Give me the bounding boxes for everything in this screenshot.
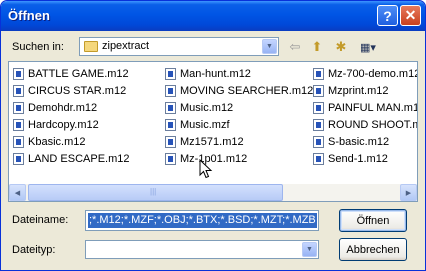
- file-icon: [165, 68, 176, 80]
- scroll-left-icon[interactable]: ◀: [9, 184, 26, 201]
- list-item[interactable]: Send-1.m12: [313, 151, 388, 167]
- file-name: S-basic.m12: [328, 136, 390, 148]
- list-item[interactable]: ROUND SHOOT.m12: [313, 117, 417, 133]
- file-name: Demohdr.m12: [28, 102, 98, 114]
- file-name: CIRCUS STAR.m12: [28, 85, 127, 97]
- list-item[interactable]: Mz1571.m12: [165, 134, 244, 150]
- horizontal-scrollbar[interactable]: ◀ ||| ▶: [9, 184, 417, 201]
- file-icon: [313, 153, 324, 165]
- scrollbar-thumb[interactable]: |||: [28, 184, 283, 201]
- filename-value: ;*.M12;*.MZF;*.OBJ;*.BTX;*.BSD;*.MZT;*.M…: [88, 213, 317, 228]
- list-item[interactable]: Hardcopy.m12: [13, 117, 99, 133]
- file-icon: [165, 153, 176, 165]
- list-item[interactable]: BATTLE GAME.m12: [13, 66, 129, 82]
- file-name: Kbasic.m12: [28, 136, 86, 148]
- file-icon: [313, 136, 324, 148]
- file-name: ROUND SHOOT.m12: [328, 119, 417, 131]
- list-item[interactable]: LAND ESCAPE.m12: [13, 151, 129, 167]
- look-in-combo[interactable]: zipextract ▼: [79, 37, 279, 56]
- list-item[interactable]: Music.mzf: [165, 117, 230, 133]
- help-button[interactable]: ?: [377, 5, 398, 26]
- file-name: Music.m12: [180, 102, 234, 114]
- file-name: Hardcopy.m12: [28, 119, 99, 131]
- file-name: Send-1.m12: [328, 153, 388, 165]
- title-bar[interactable]: Öffnen ? ✕: [1, 1, 425, 31]
- new-folder-icon[interactable]: ✱: [331, 38, 351, 56]
- list-item[interactable]: S-basic.m12: [313, 134, 389, 150]
- list-item[interactable]: Kbasic.m12: [13, 134, 85, 150]
- file-name: BATTLE GAME.m12: [28, 68, 129, 80]
- file-name: Music.mzf: [180, 119, 230, 131]
- list-item[interactable]: Mz-700-demo.m12: [313, 66, 418, 82]
- thumb-grip-icon: |||: [150, 187, 157, 196]
- file-name: Mz1571.m12: [180, 136, 244, 148]
- file-name: Mz-1p01.m12: [180, 153, 248, 165]
- file-icon: [165, 136, 176, 148]
- file-icon: [165, 102, 176, 114]
- file-list[interactable]: BATTLE GAME.m12 CIRCUS STAR.m12 Demohdr.…: [8, 61, 418, 202]
- file-icon: [13, 119, 24, 131]
- filename-input[interactable]: ;*.M12;*.MZF;*.OBJ;*.BTX;*.BSD;*.MZT;*.M…: [85, 210, 319, 231]
- view-menu-icon[interactable]: ▦▾: [355, 38, 381, 56]
- file-icon: [313, 119, 324, 131]
- file-icon: [13, 153, 24, 165]
- file-icon: [13, 85, 24, 97]
- list-item[interactable]: PAINFUL MAN.m12: [313, 100, 418, 116]
- file-name: Man-hunt.m12: [180, 68, 251, 80]
- file-icon: [13, 68, 24, 80]
- scroll-right-icon[interactable]: ▶: [400, 184, 417, 201]
- file-icon: [313, 102, 324, 114]
- list-item[interactable]: CIRCUS STAR.m12: [13, 83, 126, 99]
- folder-icon: [84, 41, 98, 52]
- list-item[interactable]: MOVING SEARCHER.m12: [165, 83, 313, 99]
- list-item[interactable]: Man-hunt.m12: [165, 66, 251, 82]
- file-name: MOVING SEARCHER.m12: [180, 85, 314, 97]
- up-folder-icon[interactable]: ⬆: [307, 38, 327, 56]
- file-icon: [13, 102, 24, 114]
- cancel-button[interactable]: Abbrechen: [339, 238, 407, 261]
- list-item[interactable]: Music.m12: [165, 100, 233, 116]
- open-dialog: Öffnen ? ✕ Suchen in: zipextract ▼ ⇦ ⬆ ✱…: [0, 0, 426, 271]
- open-button[interactable]: Öffnen: [339, 209, 407, 232]
- close-button[interactable]: ✕: [400, 5, 421, 26]
- file-name: Mzprint.m12: [328, 85, 389, 97]
- list-item[interactable]: Demohdr.m12: [13, 100, 97, 116]
- file-icon: [313, 68, 324, 80]
- file-icon: [165, 119, 176, 131]
- back-icon[interactable]: ⇦: [285, 38, 305, 56]
- file-icon: [313, 85, 324, 97]
- mouse-cursor-icon: [199, 159, 213, 179]
- list-item[interactable]: Mzprint.m12: [313, 83, 389, 99]
- file-name: LAND ESCAPE.m12: [28, 153, 130, 165]
- file-name: Mz-700-demo.m12: [328, 68, 418, 80]
- file-name: PAINFUL MAN.m12: [328, 102, 418, 114]
- filename-label: Dateiname:: [12, 214, 69, 226]
- look-in-label: Suchen in:: [12, 41, 64, 53]
- window-title: Öffnen: [8, 8, 50, 23]
- filetype-label: Dateityp:: [12, 244, 56, 256]
- chevron-down-icon[interactable]: ▼: [262, 39, 277, 54]
- look-in-value: zipextract: [102, 40, 150, 52]
- filetype-combo[interactable]: ▼: [85, 240, 319, 259]
- file-icon: [165, 85, 176, 97]
- file-icon: [13, 136, 24, 148]
- chevron-down-icon[interactable]: ▼: [302, 242, 317, 257]
